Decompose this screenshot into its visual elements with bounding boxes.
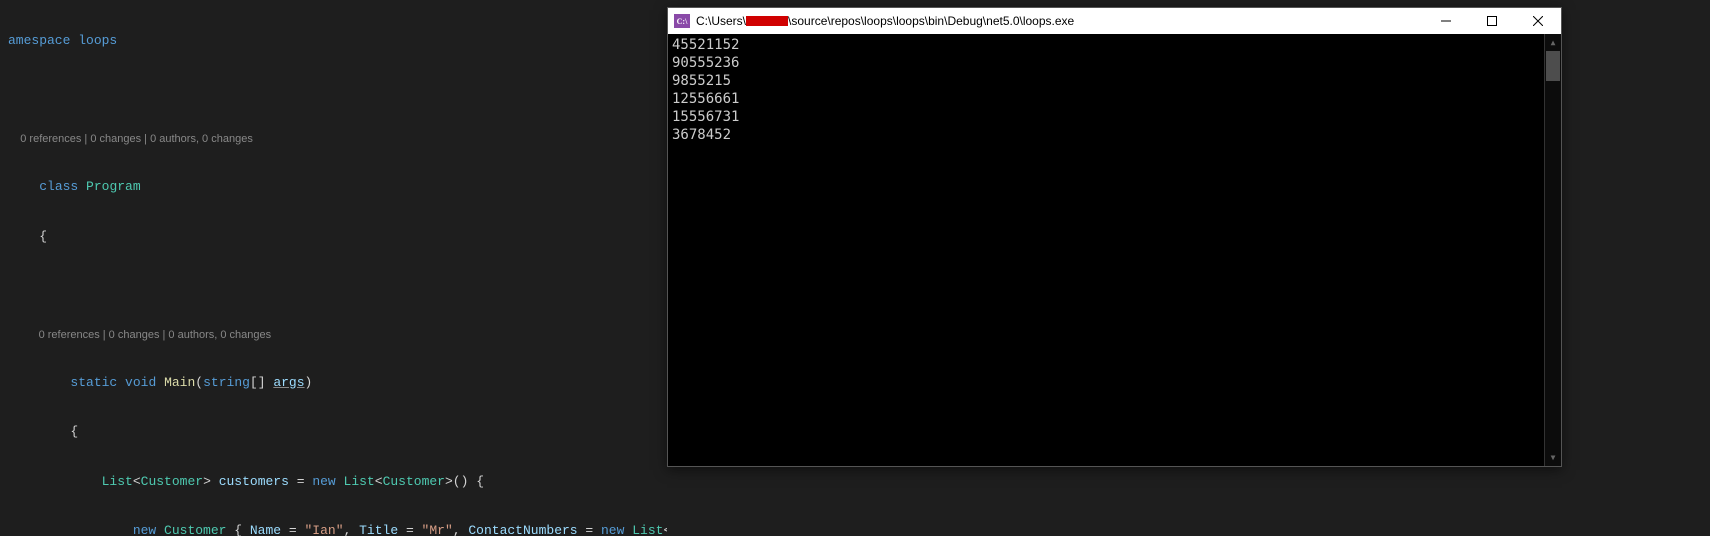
keyword: new (133, 523, 156, 536)
code-editor[interactable]: amespace loops 0 references | 0 changes … (0, 0, 667, 536)
code-content: amespace loops 0 references | 0 changes … (0, 0, 667, 536)
type: Customer (141, 474, 203, 489)
keyword: void (125, 375, 156, 390)
output-line: 45521152 (672, 36, 1557, 54)
console-window[interactable]: C:\ C:\Users\\source\repos\loops\loops\b… (667, 7, 1562, 467)
console-icon: C:\ (674, 14, 690, 28)
namespace-fragment: amespace loops (8, 33, 117, 48)
output-line: 90555236 (672, 54, 1557, 72)
var: customers (219, 474, 289, 489)
codelens[interactable]: 0 references | 0 changes | 0 authors, 0 … (8, 132, 667, 146)
close-button[interactable] (1515, 8, 1561, 34)
scroll-down-icon[interactable]: ▼ (1545, 449, 1561, 466)
maximize-button[interactable] (1469, 8, 1515, 34)
prop: Name (250, 523, 281, 536)
type: List (344, 474, 375, 489)
output-line: 12556661 (672, 90, 1557, 108)
output-line: 15556731 (672, 108, 1557, 126)
codelens[interactable]: 0 references | 0 changes | 0 authors, 0 … (8, 328, 667, 342)
minimize-button[interactable] (1423, 8, 1469, 34)
type: List (632, 523, 663, 536)
type: Customer (164, 523, 226, 536)
console-title: C:\Users\\source\repos\loops\loops\bin\D… (696, 14, 1423, 28)
string: "Mr" (422, 523, 453, 536)
prop: Title (359, 523, 398, 536)
console-output[interactable]: 45521152 90555236 9855215 12556661 15556… (668, 34, 1561, 466)
type: Customer (383, 474, 445, 489)
type-program: Program (86, 179, 141, 194)
string: "Ian" (305, 523, 344, 536)
prop: ContactNumbers (468, 523, 577, 536)
type: List (102, 474, 133, 489)
keyword: new (312, 474, 335, 489)
keyword-class: class (39, 179, 78, 194)
output-line: 3678452 (672, 126, 1557, 144)
keyword: new (601, 523, 624, 536)
keyword: static (70, 375, 117, 390)
method-main: Main (164, 375, 195, 390)
redacted-username (746, 16, 788, 26)
scroll-thumb[interactable] (1546, 51, 1560, 81)
console-scrollbar[interactable]: ▲ ▼ (1544, 34, 1561, 466)
window-controls (1423, 8, 1561, 34)
console-titlebar[interactable]: C:\ C:\Users\\source\repos\loops\loops\b… (668, 8, 1561, 34)
output-line: 9855215 (672, 72, 1557, 90)
keyword: string (203, 375, 250, 390)
param-args: args (273, 375, 304, 390)
scroll-up-icon[interactable]: ▲ (1545, 34, 1561, 51)
